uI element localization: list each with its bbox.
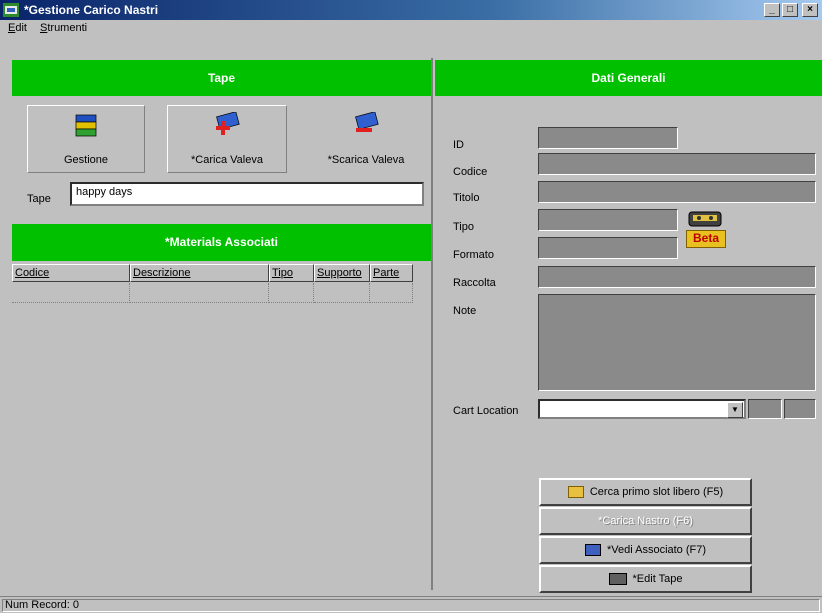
minimize-button[interactable]: _ [764, 3, 780, 17]
raccolta-label: Raccolta [453, 277, 496, 289]
status-text: Num Record: 0 [2, 599, 820, 612]
id-field [538, 127, 678, 149]
panel-divider [431, 58, 433, 590]
cart-location-select[interactable]: ▼ [538, 399, 746, 419]
note-field [538, 294, 816, 391]
formato-label: Formato [453, 249, 494, 261]
carica-nastro-button[interactable]: *Carica Nastro (F6) [539, 507, 752, 535]
codice-label: Codice [453, 166, 488, 178]
cerca-slot-button[interactable]: Cerca primo slot libero (F5) [539, 478, 752, 506]
tape-remove-icon [355, 112, 379, 132]
window-title: *Gestione Carico Nastri [24, 3, 159, 17]
tape-header: Tape [12, 60, 431, 96]
tape-add-icon [216, 112, 240, 135]
col-codice[interactable]: Codice [12, 264, 130, 282]
scarica-valeva-label: *Scarica Valeva [327, 154, 405, 166]
titolo-label: Titolo [453, 192, 480, 204]
note-label: Note [453, 305, 477, 317]
cart-location-extra-1 [748, 399, 782, 419]
gestione-button[interactable]: Gestione [27, 105, 145, 173]
col-parte[interactable]: Parte [370, 264, 413, 282]
app-icon [3, 3, 19, 17]
edit-tape-icon [608, 573, 627, 586]
gestione-label: Gestione [63, 154, 109, 166]
edit-tape-button[interactable]: *Edit Tape [539, 565, 752, 593]
tape-stack-icon [75, 114, 97, 137]
menu-bar: Edit Strumenti [0, 20, 822, 38]
carica-valeva-button[interactable]: *Carica Valeva [167, 105, 287, 173]
cart-location-label: Cart Location [453, 405, 519, 417]
col-descrizione[interactable]: Descrizione [130, 264, 269, 282]
tipo-label: Tipo [453, 221, 474, 233]
chevron-down-icon[interactable]: ▼ [727, 402, 743, 418]
titolo-field [538, 181, 816, 203]
cart-location-extra-2 [784, 399, 816, 419]
formato-field [538, 237, 678, 259]
col-tipo[interactable]: Tipo [269, 264, 314, 282]
beta-tape-icon: Beta [684, 210, 726, 248]
carica-valeva-label: *Carica Valeva [191, 154, 263, 166]
beta-badge: Beta [686, 230, 726, 248]
close-button[interactable]: × [802, 3, 818, 17]
col-supporto[interactable]: Supporto [314, 264, 370, 282]
tape-input[interactable]: happy days [70, 182, 424, 206]
status-bar: Num Record: 0 [0, 596, 822, 613]
materials-grid-header: Codice Descrizione Tipo Supporto Parte [12, 264, 413, 282]
tipo-field [538, 209, 678, 231]
title-bar[interactable]: *Gestione Carico Nastri _ □ × [0, 0, 822, 20]
codice-field [538, 153, 816, 175]
maximize-button[interactable]: □ [782, 3, 798, 17]
tape-label: Tape [27, 193, 51, 205]
id-label: ID [453, 139, 464, 151]
table-row[interactable] [12, 283, 413, 303]
vedi-associato-button[interactable]: *Vedi Associato (F7) [539, 536, 752, 564]
folder-icon [567, 486, 584, 499]
menu-strumenti[interactable]: Strumenti [40, 22, 87, 34]
scarica-valeva-button[interactable]: *Scarica Valeva [307, 105, 425, 173]
menu-edit[interactable]: Edit [8, 22, 27, 34]
dati-generali-header: Dati Generali [435, 60, 822, 96]
materials-header: *Materials Associati [12, 224, 431, 261]
raccolta-field [538, 266, 816, 288]
document-icon [584, 544, 601, 557]
